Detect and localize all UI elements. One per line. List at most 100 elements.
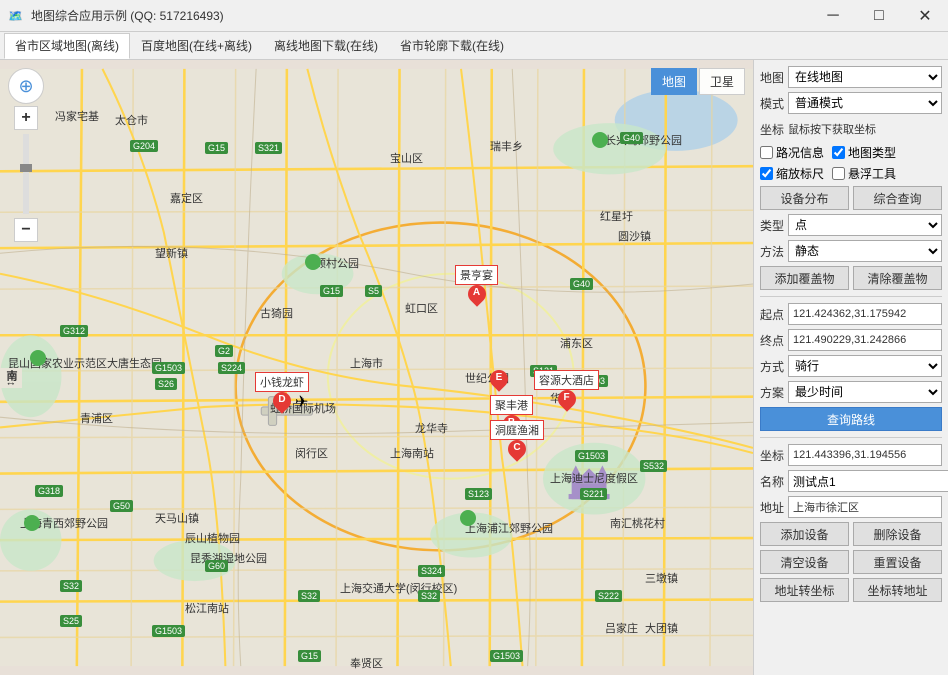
map-controls: ⊕ + − [8,68,44,242]
road-sign: G40 [570,278,593,290]
zoom-scale-checkbox[interactable] [760,167,773,180]
green-park-icon [460,510,476,526]
map-label: 顾村公园 [315,255,359,271]
clear-device-button[interactable]: 清空设备 [760,550,849,574]
road-sign: S123 [465,488,492,500]
map-label: 松江南站 [185,600,229,616]
zoom-slider-thumb[interactable] [20,164,32,172]
road-sign: G1503 [152,625,185,637]
map-label: 辰山植物园 [185,530,240,546]
name-row: 名称 [760,470,942,492]
query-route-row: 查询路线 [760,407,942,431]
road-sign: S221 [580,488,607,500]
road-sign: S32 [60,580,82,592]
travel-select[interactable]: 骑行 步行 驾车 [788,355,942,377]
airport-icon: ✈ [295,392,308,412]
maximize-button[interactable]: □ [856,0,902,32]
coord-hint-row: 坐标 鼠标按下获取坐标 [760,118,942,140]
map-label: 上海南站 [390,445,434,461]
green-park-icon [24,515,40,531]
tab-province-outline[interactable]: 省市轮廓下载(在线) [389,33,515,59]
map-label: 古猗园 [260,305,293,321]
right-panel: 地图 在线地图 离线地图 模式 普通模式 卫星模式 坐标 鼠标按下获取坐标 [753,60,948,675]
tab-offline-region[interactable]: 省市区域地图(离线) [4,33,130,59]
close-button[interactable]: ✕ [902,0,948,32]
zoom-out-button[interactable]: − [14,218,38,242]
type-row: 类型 点 线 面 [760,214,942,236]
device-dist-button[interactable]: 设备分布 [760,186,849,210]
poi-marker[interactable]: 景亨宴 A [455,265,498,309]
road-sign: S321 [255,142,282,154]
checkbox-row-2: 缩放标尺 悬浮工具 [760,165,942,182]
tab-baidu-map[interactable]: 百度地图(在线+离线) [130,33,263,59]
map-label: 三墩镇 [645,570,678,586]
road-sign: G204 [130,140,158,152]
method-select[interactable]: 静态 动态 [788,240,942,262]
road-sign: G318 [35,485,63,497]
mode-select[interactable]: 普通模式 卫星模式 [788,92,942,114]
compass-button[interactable]: ⊕ [8,68,44,104]
display-coord-label: 坐标 [760,447,784,464]
mode-row: 模式 普通模式 卫星模式 [760,92,942,114]
query-route-button[interactable]: 查询路线 [760,407,942,431]
zoom-slider[interactable] [23,134,29,214]
complex-query-button[interactable]: 综合查询 [853,186,942,210]
map-label: 上海迪士尼度假区 [550,470,638,486]
map-area[interactable]: 南↕ ⊕ + − 地图 卫星 冯家宅基太仓市宝山区瑞丰乡红星圩嘉定区望新镇顾村公… [0,60,753,675]
name-input[interactable] [788,470,948,492]
road-sign: G1503 [490,650,523,662]
display-coord: 121.443396,31.194556 [788,444,942,466]
road-info-checkbox[interactable] [760,146,773,159]
divider-2 [760,437,942,438]
app-icon: 🗺️ [8,9,23,23]
tab-offline-download[interactable]: 离线地图下载(在线) [263,33,389,59]
coord-hint: 鼠标按下获取坐标 [788,121,876,137]
type-select[interactable]: 点 线 面 [788,214,942,236]
clear-overlay-button[interactable]: 清除覆盖物 [853,266,942,290]
addr-to-coord-button[interactable]: 地址转坐标 [760,578,849,602]
reset-device-button[interactable]: 重置设备 [853,550,942,574]
delete-device-button[interactable]: 删除设备 [853,522,942,546]
zoom-in-button[interactable]: + [14,106,38,130]
name-label: 名称 [760,473,784,490]
plan-row: 方案 最少时间 最短距离 [760,381,942,403]
poi-letter: F [558,392,576,403]
map-label: 大团镇 [645,620,678,636]
map-label: 虹口区 [405,300,438,316]
map-type-buttons: 地图 卫星 [651,68,745,95]
road-sign: G50 [110,500,133,512]
checkbox-float-tool[interactable]: 悬浮工具 [832,165,896,182]
map-label: 嘉定区 [170,190,203,206]
road-sign: S26 [155,378,177,390]
map-type-label: 地图类型 [848,144,896,161]
map-type-checkbox[interactable] [832,146,845,159]
plan-select[interactable]: 最少时间 最短距离 [788,381,942,403]
poi-letter: A [468,287,486,298]
method-row: 方法 静态 动态 [760,240,942,262]
poi-label: 景亨宴 [455,265,498,285]
map-label: 长兴岛郊野公园 [605,132,682,148]
map-select[interactable]: 在线地图 离线地图 [788,66,942,88]
map-label: 地图 [760,69,784,86]
minimize-button[interactable]: ─ [810,0,856,32]
add-overlay-button[interactable]: 添加覆盖物 [760,266,849,290]
poi-marker[interactable]: 容源大酒店F [534,370,599,414]
road-sign: G1503 [575,450,608,462]
poi-letter: B [503,417,521,428]
checkbox-zoom-scale[interactable]: 缩放标尺 [760,165,824,182]
poi-letter: D [273,394,291,405]
address-label: 地址 [760,499,784,516]
checkbox-road-info[interactable]: 路况信息 [760,144,824,161]
poi-letter: E [490,372,508,383]
float-tool-checkbox[interactable] [832,167,845,180]
add-device-button[interactable]: 添加设备 [760,522,849,546]
satellite-view-button[interactable]: 卫星 [699,68,745,95]
map-row: 地图 在线地图 离线地图 [760,66,942,88]
address-display: 上海市徐汇区 [788,496,942,518]
checkbox-map-type[interactable]: 地图类型 [832,144,896,161]
poi-marker[interactable]: E [490,370,508,394]
map-label: 望新镇 [155,245,188,261]
road-sign: S32 [298,590,320,602]
coord-to-addr-button[interactable]: 坐标转地址 [853,578,942,602]
map-view-button[interactable]: 地图 [651,68,697,95]
